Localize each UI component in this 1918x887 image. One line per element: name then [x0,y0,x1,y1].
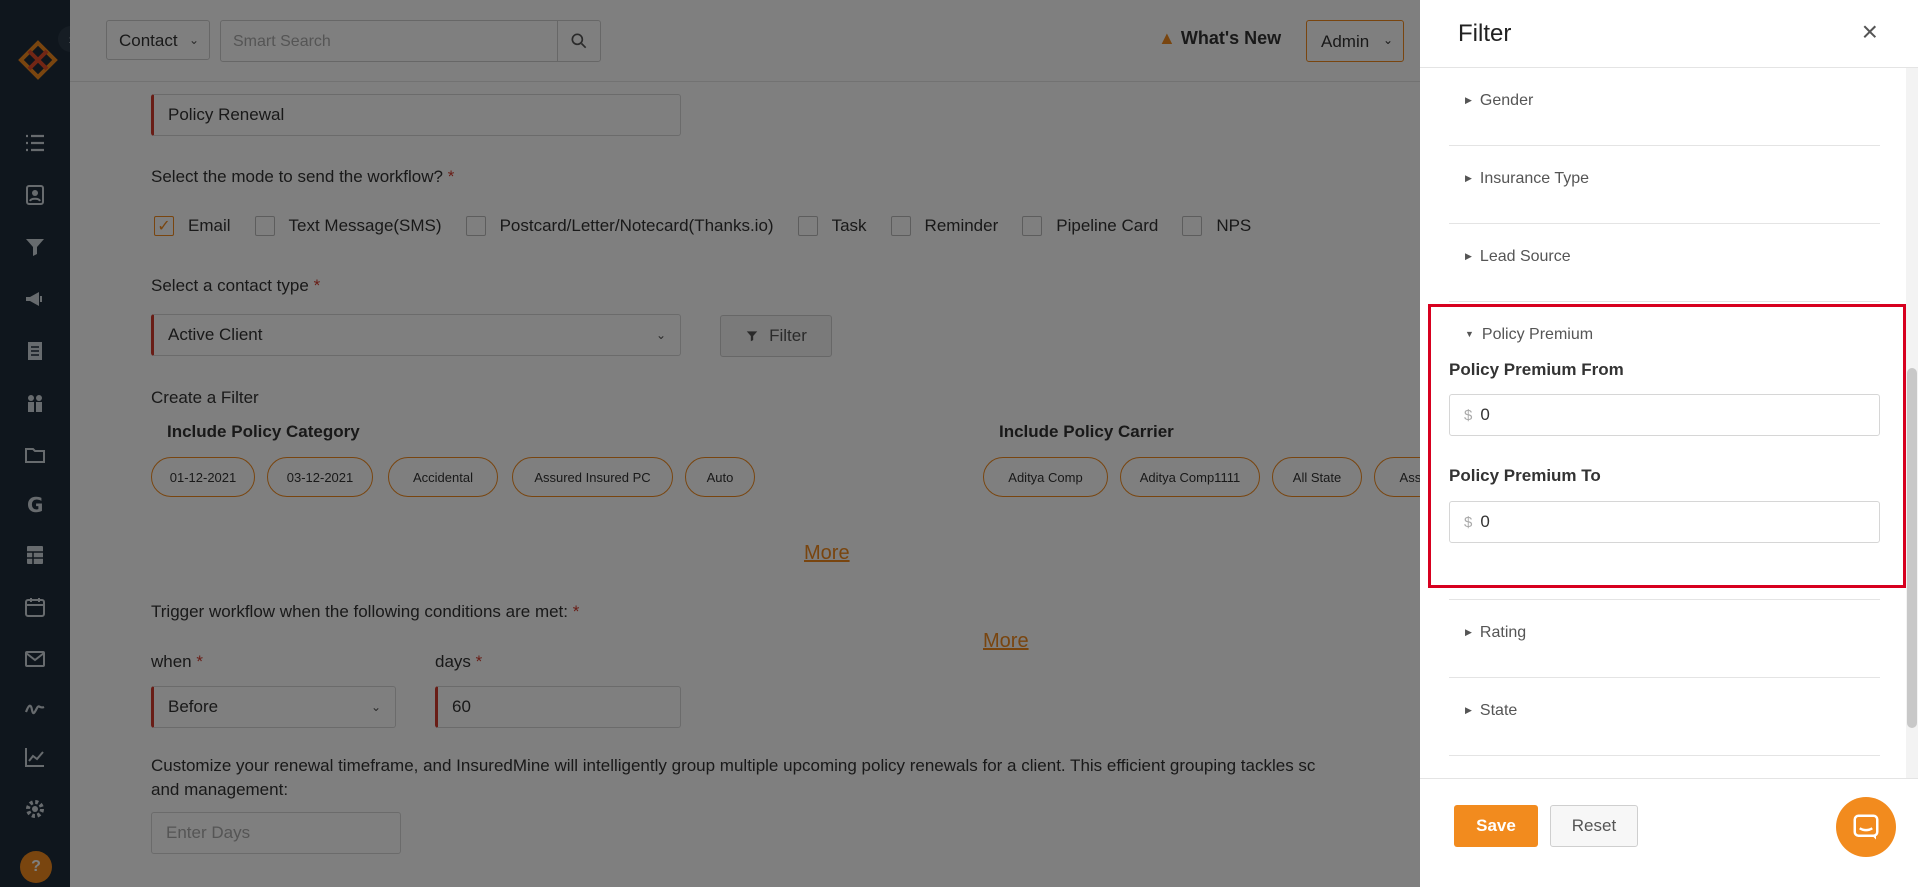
panel-scrollbar[interactable] [1906,68,1918,778]
accordion-title: ▶ State [1465,702,1517,720]
modal-overlay[interactable] [0,0,1420,887]
caret-right-icon: ▶ [1465,627,1472,637]
filter-panel-header: Filter × [1420,0,1918,68]
filter-panel-title: Filter [1458,20,1512,47]
accordion-rating[interactable]: ▶ Rating [1449,600,1880,678]
caret-right-icon: ▶ [1465,95,1472,105]
caret-right-icon: ▶ [1465,251,1472,261]
accordion-title-text: Lead Source [1479,248,1571,265]
accordion-title: ▶ Gender [1465,92,1533,110]
accordion-title: ▶ Rating [1465,624,1526,642]
filter-panel-body: ▶ Gender ▶ Insurance Type ▶ Lead Source ▼ Po… [1420,68,1918,778]
chat-icon [1853,814,1879,840]
accordion-gender[interactable]: ▶ Gender [1449,68,1880,146]
scrollbar-thumb[interactable] [1907,368,1917,728]
filter-panel: Filter × ▶ Gender ▶ Insurance Type ▶ Lead S… [1420,0,1918,887]
accordion-title-text: Gender [1479,92,1534,109]
accordion-title-text: Rating [1479,624,1527,641]
accordion-insurance-type[interactable]: ▶ Insurance Type [1449,146,1880,224]
caret-right-icon: ▶ [1465,173,1472,183]
accordion-lead-source[interactable]: ▶ Lead Source [1449,224,1880,302]
accordion-state[interactable]: ▶ State [1449,678,1880,756]
reset-button[interactable]: Reset [1550,805,1638,847]
accordion-title: ▶ Insurance Type [1465,170,1589,188]
caret-right-icon: ▶ [1465,705,1472,715]
save-button[interactable]: Save [1454,805,1538,847]
accordion-title-text: Insurance Type [1479,170,1590,187]
accordion-title-text: State [1479,702,1518,719]
filter-panel-footer: Save Reset [1420,778,1918,887]
accordion-title: ▶ Lead Source [1465,248,1571,266]
highlight-box [1428,304,1906,588]
chat-launcher[interactable] [1836,797,1896,857]
close-icon[interactable]: × [1862,18,1878,46]
